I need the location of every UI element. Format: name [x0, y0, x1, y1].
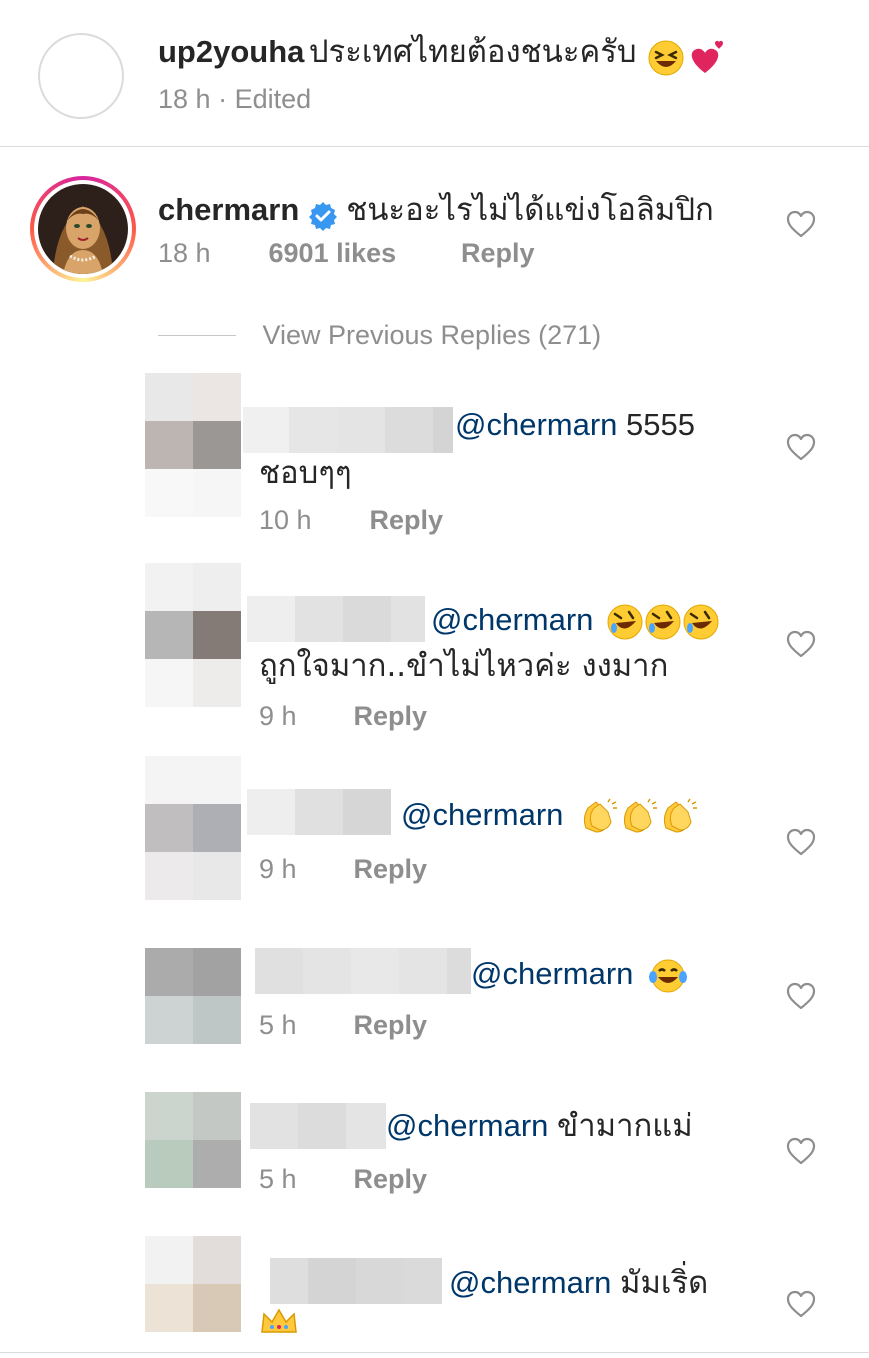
like-heart-icon[interactable] — [786, 433, 816, 461]
main-comment: chermarn ชนะอะไรไม่ได้แข่งโอลิมปิก 18 h … — [0, 147, 869, 307]
comment-text: ชนะอะไรไม่ได้แข่งโอลิมปิก — [346, 192, 714, 228]
blurred-avatar — [145, 373, 241, 517]
verified-badge-icon — [308, 201, 337, 231]
meta-separator: · — [218, 84, 228, 114]
rofl-emoji — [683, 604, 719, 640]
comment-username[interactable]: chermarn — [158, 192, 299, 227]
crown-emoji — [261, 1308, 297, 1333]
main-comment-meta: 18 h 6901 likes Reply — [158, 238, 535, 269]
view-previous-replies[interactable]: View Previous Replies (271) — [158, 320, 601, 351]
reply-button[interactable]: Reply — [461, 238, 535, 268]
mention-link[interactable]: @chermarn — [455, 407, 617, 442]
top-comment-meta: 18 h · Edited — [158, 84, 311, 115]
blurred-avatar — [145, 756, 241, 900]
reply-text: มัมเริ่ด — [620, 1265, 709, 1301]
like-heart-icon[interactable] — [786, 1137, 816, 1165]
avatar[interactable] — [30, 176, 136, 282]
reply-meta: 5 h Reply — [259, 1010, 427, 1041]
blurred-username — [243, 407, 453, 453]
reply-item: @chermarn ถูกใจมาก..ขำไม่ไหวค่ะ งงมาก 9 … — [0, 563, 869, 753]
like-heart-icon[interactable] — [786, 982, 816, 1010]
blurred-username — [247, 596, 425, 642]
reply-line1: @chermarn 5555 — [455, 402, 695, 448]
comment-time: 18 h — [158, 238, 211, 268]
mention-link[interactable]: @chermarn — [386, 1108, 548, 1143]
reply-meta: 9 h Reply — [259, 701, 427, 732]
comment-time: 18 h — [158, 84, 211, 114]
laughing-emoji — [648, 40, 684, 76]
reply-button[interactable]: Reply — [354, 854, 428, 884]
reply-line1: @chermarn มัมเริ่ด — [449, 1260, 708, 1306]
main-comment-line: chermarn ชนะอะไรไม่ได้แข่งโอลิมปิก — [158, 184, 714, 234]
blurred-avatar — [145, 1092, 241, 1188]
reply-line1: @chermarn ขำมากแม่ — [386, 1103, 693, 1149]
reply-time: 5 h — [259, 1010, 297, 1040]
reply-time: 9 h — [259, 854, 297, 884]
rofl-emoji — [645, 604, 681, 640]
blurred-avatar — [145, 563, 241, 707]
reply-item: @chermarn 9 h Reply — [0, 756, 869, 936]
reply-button[interactable]: Reply — [354, 1010, 428, 1040]
blurred-username — [270, 1258, 442, 1304]
mention-link[interactable]: @chermarn — [401, 797, 563, 832]
reply-time: 5 h — [259, 1164, 297, 1194]
reply-line1: @chermarn — [401, 792, 698, 838]
two-hearts-emoji — [691, 40, 724, 73]
reply-item: @chermarn ขำมากแม่ 5 h Reply — [0, 1092, 869, 1232]
reply-item: @chermarn มัมเริ่ด — [0, 1236, 869, 1346]
edited-label: Edited — [234, 84, 312, 114]
likes-count[interactable]: 6901 likes — [269, 238, 454, 269]
reply-text: ขำมากแม่ — [557, 1108, 693, 1144]
like-heart-icon[interactable] — [786, 828, 816, 856]
comment-text: ประเทศไทยต้องชนะครับ — [308, 34, 637, 70]
tears-of-joy-emoji — [649, 959, 688, 993]
top-comment-line: up2youha ประเทศไทยต้องชนะครับ — [158, 26, 725, 77]
avatar[interactable] — [38, 33, 124, 119]
avatar-image — [38, 184, 128, 274]
clapping-hands-emoji — [583, 798, 618, 833]
reply-meta: 9 h Reply — [259, 854, 427, 885]
reply-line2: ถูกใจมาก..ขำไม่ไหวค่ะ งงมาก — [259, 648, 669, 684]
blurred-avatar — [145, 1236, 241, 1332]
like-heart-icon[interactable] — [786, 1290, 816, 1318]
reply-button[interactable]: Reply — [370, 505, 444, 535]
top-comment: up2youha ประเทศไทยต้องชนะครับ 18 h · Edi… — [0, 0, 869, 146]
reply-button[interactable]: Reply — [354, 1164, 428, 1194]
divider — [0, 1352, 869, 1353]
reply-item: @chermarn 5 h Reply — [0, 948, 869, 1088]
comment-username[interactable]: up2youha — [158, 34, 304, 69]
reply-meta: 5 h Reply — [259, 1164, 427, 1195]
reply-item: @chermarn 5555 ชอบๆๆ 10 h Reply — [0, 370, 869, 560]
reply-time: 10 h — [259, 505, 312, 535]
like-heart-icon[interactable] — [786, 630, 816, 658]
rofl-emoji — [607, 604, 643, 640]
reply-time: 9 h — [259, 701, 297, 731]
like-heart-icon[interactable] — [786, 210, 816, 238]
mention-link[interactable]: @chermarn — [471, 956, 633, 991]
reply-button[interactable]: Reply — [354, 701, 428, 731]
reply-line1: @chermarn — [471, 951, 688, 997]
blurred-avatar — [145, 948, 241, 1044]
reply-text: 5555 — [626, 407, 695, 442]
clapping-hands-emoji — [623, 798, 658, 833]
reply-meta: 10 h Reply — [259, 505, 443, 536]
blurred-username — [250, 1103, 386, 1149]
mention-link[interactable]: @chermarn — [431, 602, 593, 637]
blurred-username — [255, 948, 471, 994]
mention-link[interactable]: @chermarn — [449, 1265, 611, 1300]
view-previous-line — [158, 335, 236, 336]
view-previous-label[interactable]: View Previous Replies (271) — [262, 320, 601, 350]
blurred-username — [247, 789, 391, 835]
reply-line2: ชอบๆๆ — [259, 455, 352, 491]
clapping-hands-emoji — [663, 798, 698, 833]
reply-line1: @chermarn — [431, 597, 720, 643]
